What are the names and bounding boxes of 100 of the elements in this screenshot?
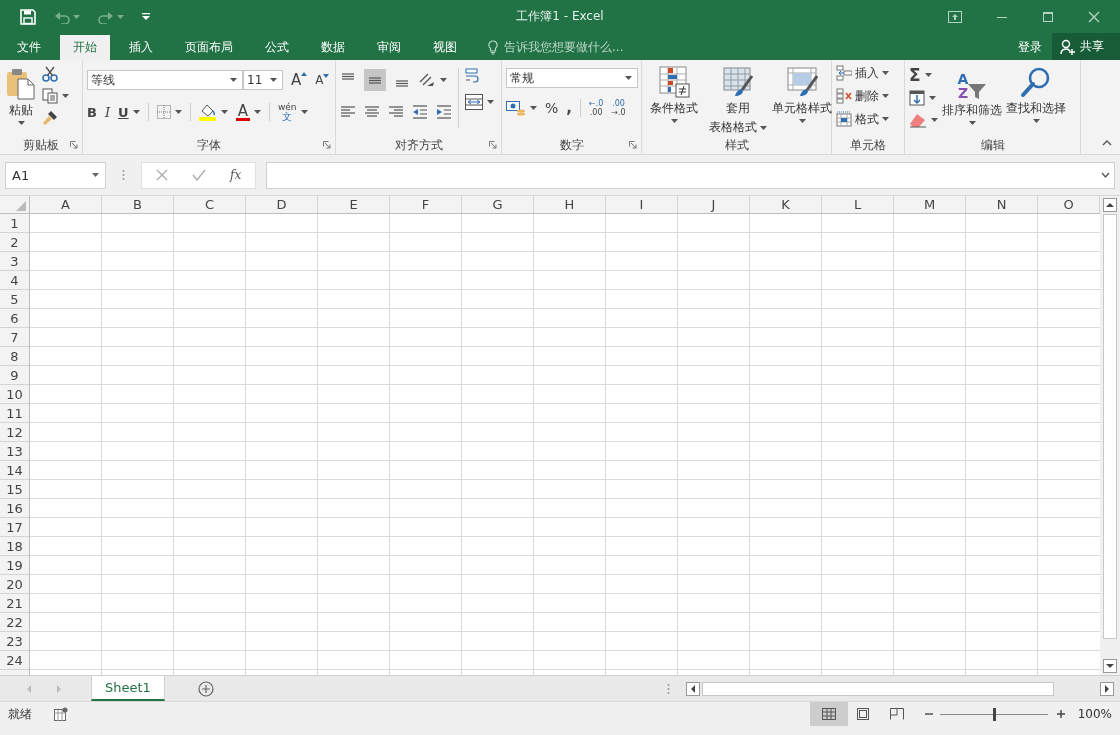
dialog-launcher-icon[interactable]	[489, 141, 497, 149]
scroll-down-icon[interactable]	[1103, 659, 1117, 673]
scissors-icon[interactable]	[42, 66, 58, 82]
tell-me-field[interactable]: 告诉我您想要做什么...	[488, 35, 624, 60]
styles-button[interactable]: 单元格样式	[774, 64, 830, 123]
row-header[interactable]: 1	[0, 214, 29, 233]
customize-icon[interactable]	[142, 13, 150, 20]
column-header[interactable]: F	[390, 196, 462, 213]
sign-in-link[interactable]: 登录	[1008, 35, 1052, 60]
row-header[interactable]: 10	[0, 385, 29, 404]
row-header[interactable]: 24	[0, 651, 29, 670]
font-size-field[interactable]: 11	[243, 70, 283, 90]
autosum-button[interactable]: Σ	[909, 66, 921, 84]
save-icon[interactable]	[20, 8, 36, 25]
cancel-icon[interactable]	[156, 169, 168, 181]
view-button[interactable]	[809, 702, 848, 726]
ribbon-tab[interactable]: 文件	[4, 35, 54, 60]
fill-color-icon[interactable]	[198, 103, 217, 121]
text-angle-icon[interactable]	[418, 72, 436, 88]
column-header[interactable]: J	[678, 196, 750, 213]
row-header[interactable]: 13	[0, 442, 29, 461]
underline-button[interactable]: U	[118, 104, 129, 120]
row-header[interactable]: 11	[0, 404, 29, 423]
row-header[interactable]: 12	[0, 423, 29, 442]
ribbon-tab[interactable]: 公式	[252, 35, 302, 60]
row-header[interactable]: 9	[0, 366, 29, 385]
comma-button[interactable]: ,	[566, 99, 572, 117]
row-header[interactable]: 23	[0, 632, 29, 651]
column-header[interactable]: B	[102, 196, 174, 213]
row-header[interactable]: 18	[0, 537, 29, 556]
row-header[interactable]: 4	[0, 271, 29, 290]
name-box[interactable]: A1	[5, 161, 106, 189]
styles-button[interactable]: 套用 表格格式	[710, 64, 766, 136]
decrease-decimal-button[interactable]: .00 →.0	[611, 99, 626, 117]
row-header[interactable]: 20	[0, 575, 29, 594]
column-header[interactable]: M	[894, 196, 966, 213]
row-header[interactable]: 8	[0, 347, 29, 366]
paste-button[interactable]: 粘贴	[4, 64, 38, 125]
scrollbar-thumb[interactable]	[1103, 214, 1117, 639]
row-header[interactable]: 21	[0, 594, 29, 613]
zoom-in-icon[interactable]	[1055, 709, 1066, 719]
italic-button[interactable]: I	[104, 104, 111, 120]
increase-decimal-button[interactable]: ←.0 .00	[589, 99, 604, 117]
row-header[interactable]: 7	[0, 328, 29, 347]
row-header[interactable]: 3	[0, 252, 29, 271]
eraser-icon[interactable]	[909, 112, 927, 128]
collapse-ribbon-icon[interactable]	[1102, 140, 1112, 146]
font-color-button[interactable]: A	[235, 103, 250, 121]
dialog-launcher-icon[interactable]	[629, 141, 637, 149]
sheet-tab[interactable]: Sheet1	[91, 676, 165, 701]
find-select-button[interactable]: 查找和选择	[1006, 64, 1066, 123]
dialog-launcher-icon[interactable]	[323, 141, 331, 149]
column-header[interactable]: A	[30, 196, 102, 213]
formula-input[interactable]	[266, 161, 1115, 189]
scrollbar-thumb[interactable]	[702, 681, 1054, 696]
row-header[interactable]: 16	[0, 499, 29, 518]
styles-button[interactable]: 条件格式	[646, 64, 702, 123]
format-painter-icon[interactable]	[42, 110, 58, 126]
ribbon-tab[interactable]: 数据	[308, 35, 358, 60]
add-sheet-icon[interactable]	[197, 680, 214, 697]
row-header[interactable]: 14	[0, 461, 29, 480]
ribbon-tab[interactable]: 页面布局	[172, 35, 246, 60]
scroll-left-icon[interactable]	[686, 681, 700, 696]
column-header[interactable]: G	[462, 196, 534, 213]
enter-icon[interactable]	[192, 169, 206, 181]
row-header[interactable]: 22	[0, 613, 29, 632]
ribbon-display-icon[interactable]	[948, 10, 962, 23]
align-right-icon[interactable]	[388, 104, 404, 120]
ribbon-tab[interactable]: 插入	[116, 35, 166, 60]
shrink-font-button[interactable]: A	[315, 73, 330, 87]
sort-filter-button[interactable]: A Z 排序和筛选	[942, 64, 1002, 125]
ribbon-tab[interactable]: 开始	[60, 35, 110, 60]
row-header[interactable]: 6	[0, 309, 29, 328]
phonetic-button[interactable]: wén 文	[277, 102, 297, 122]
cells-button[interactable]: 删除	[836, 87, 889, 105]
percent-button[interactable]: %	[545, 100, 559, 116]
column-header[interactable]: C	[174, 196, 246, 213]
zoom-level-button[interactable]: 100%	[1077, 707, 1112, 721]
maximize-icon[interactable]	[1042, 10, 1054, 23]
expand-icon[interactable]	[1101, 172, 1110, 178]
dialog-launcher-icon[interactable]	[70, 141, 78, 149]
column-header[interactable]: I	[606, 196, 678, 213]
cells-button[interactable]: 格式	[836, 110, 889, 128]
borders-icon[interactable]	[156, 105, 171, 119]
row-header[interactable]: 15	[0, 480, 29, 499]
align-center-icon[interactable]	[364, 104, 380, 120]
close-icon[interactable]	[1088, 10, 1100, 23]
copy-icon[interactable]	[42, 88, 58, 104]
redo-icon[interactable]	[98, 9, 114, 24]
column-header[interactable]: H	[534, 196, 606, 213]
fill-down-icon[interactable]	[909, 90, 925, 106]
number-format-field[interactable]: 常规	[506, 68, 638, 88]
column-header[interactable]: E	[318, 196, 390, 213]
column-header[interactable]: K	[750, 196, 822, 213]
undo-icon[interactable]	[54, 9, 70, 24]
ribbon-tab[interactable]: 审阅	[364, 35, 414, 60]
decrease-indent-icon[interactable]	[412, 104, 428, 120]
row-header[interactable]: 2	[0, 233, 29, 252]
merge-center-icon[interactable]	[465, 94, 483, 110]
cells-button[interactable]: 插入	[836, 64, 889, 82]
